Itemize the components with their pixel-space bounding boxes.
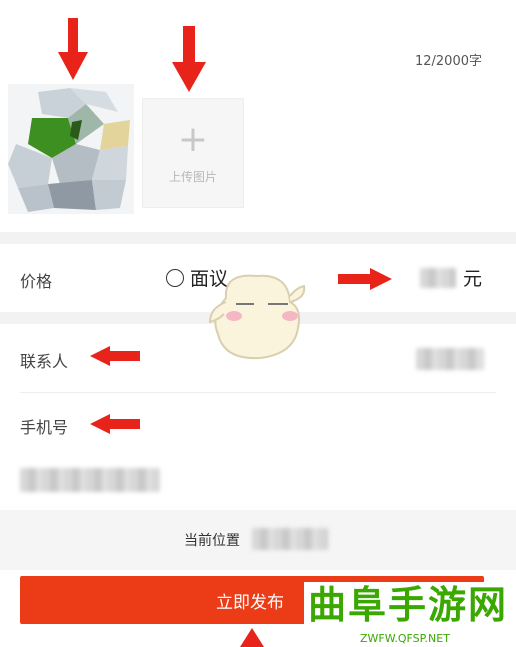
upload-image-button[interactable]: + 上传图片 (142, 98, 244, 208)
annotation-arrow-down-icon (58, 18, 88, 80)
row-divider (20, 392, 496, 393)
annotation-arrow-left-icon (90, 346, 140, 366)
price-input[interactable] (420, 268, 456, 288)
watermark-url: ZWFW.QFSP.NET (360, 632, 450, 645)
contact-input[interactable] (416, 348, 484, 370)
annotation-arrow-down-icon (172, 26, 206, 92)
price-label: 价格 (20, 272, 53, 291)
mascot-sticker (206, 258, 306, 372)
watermark-logo: 曲阜手游网 (308, 582, 509, 627)
uploaded-image-thumbnail[interactable] (8, 84, 134, 214)
location-value (252, 528, 328, 550)
upload-image-label: 上传图片 (168, 169, 217, 184)
radio-button[interactable] (166, 268, 184, 287)
phone-label: 手机号 (20, 418, 69, 437)
plus-icon: + (177, 118, 209, 160)
section-divider (0, 232, 516, 244)
annotation-arrow-up-icon (240, 628, 264, 647)
char-count: 12/2000字 (414, 54, 482, 69)
contact-label: 联系人 (20, 352, 69, 371)
annotation-arrow-right-icon (338, 268, 392, 290)
location-label: 当前位置 (184, 533, 240, 549)
annotation-arrow-left-icon (90, 414, 140, 434)
phone-input[interactable] (20, 468, 160, 492)
price-unit: 元 (462, 268, 482, 290)
